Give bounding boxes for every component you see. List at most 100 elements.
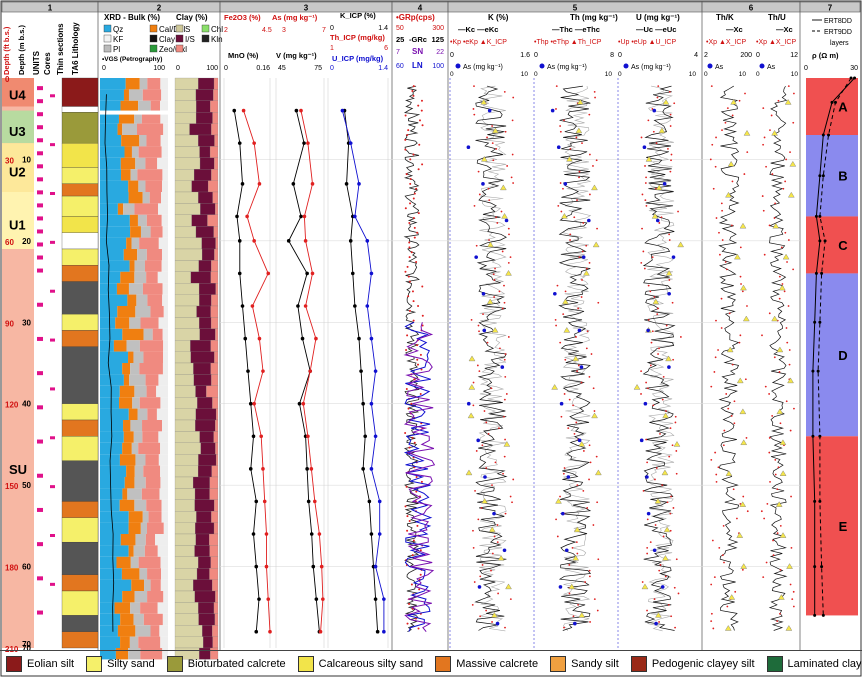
- th-as-point: [558, 585, 563, 589]
- th-point: [555, 108, 557, 110]
- xrd-bar-segment: [135, 157, 146, 170]
- grp-point: [407, 129, 410, 132]
- clay-bar-segment: [196, 305, 211, 318]
- thu-point: [789, 151, 791, 154]
- u-point: [674, 415, 677, 418]
- u-as-point: [660, 585, 665, 589]
- xrd-bar-segment: [147, 408, 157, 420]
- thk-point: [722, 524, 725, 527]
- k-point: [496, 524, 499, 526]
- k-point: [491, 125, 493, 127]
- u-as-point: [639, 438, 644, 443]
- xrd-bar-segment: [145, 180, 163, 192]
- u-as-point: [662, 182, 667, 186]
- u-point: [669, 125, 672, 127]
- legend-item-laminated-clayey-silt: Laminated clayey silt: [766, 656, 862, 672]
- th-point: [562, 187, 564, 190]
- panel-number-5: 5: [573, 4, 578, 13]
- u-as-point: [667, 291, 671, 296]
- thu-point: [771, 415, 774, 417]
- u-legend-1: —Uc —eUc: [636, 25, 676, 34]
- thk-point: [714, 356, 717, 359]
- th-point: [557, 204, 560, 207]
- k-point: [474, 489, 476, 492]
- legend-item-calcareous-silty-sand: Calcareous silty sand: [297, 656, 423, 672]
- grp-point: [412, 85, 415, 88]
- clay-bar-segment: [215, 454, 219, 466]
- thin-section-marker: [50, 94, 55, 98]
- xrd-gap: [100, 110, 170, 115]
- grp-point: [413, 236, 416, 239]
- xrd-bar-segment: [100, 192, 129, 204]
- clay-bar-segment: [174, 419, 196, 432]
- clay-bar-segment: [174, 100, 197, 113]
- xrd-bar-segment: [100, 306, 118, 318]
- k-point: [498, 290, 501, 293]
- k-point: [488, 239, 490, 241]
- clay-bar-segment: [195, 226, 214, 238]
- k-as-point: [504, 218, 509, 223]
- thu-point: [768, 437, 771, 439]
- clay-bar-segment: [210, 362, 219, 375]
- th-point: [589, 193, 591, 196]
- thu-point: [762, 143, 765, 146]
- xrd-bar-segment: [143, 465, 161, 477]
- thu-point: [778, 297, 781, 300]
- u-point: [646, 387, 649, 390]
- xrd-bar-segment: [139, 78, 148, 90]
- xrd-bar-segment: [159, 488, 168, 500]
- thk-point: [723, 429, 726, 432]
- xrd-bar-segment: [138, 442, 161, 455]
- k-point: [500, 210, 503, 213]
- k-point: [503, 90, 506, 93]
- xrd-bar-segment: [119, 454, 136, 466]
- thk-point: [720, 327, 723, 329]
- legend-swatch: [550, 656, 567, 672]
- xrd-bar-segment: [127, 488, 142, 500]
- ert-layer-A: [806, 78, 858, 135]
- xrd-bar-segment: [100, 226, 131, 238]
- core-marker: [37, 164, 43, 169]
- clay-bar-segment: [213, 431, 219, 443]
- thk-point: [715, 136, 717, 139]
- k-point: [473, 204, 476, 207]
- xrd-bar-segment: [121, 169, 131, 181]
- thu-point: [763, 253, 766, 256]
- k-point: [479, 575, 482, 578]
- k-point: [504, 512, 507, 515]
- thu-point: [781, 283, 784, 285]
- th-as-point: [566, 475, 571, 479]
- th-point: [581, 142, 583, 145]
- xrd-bar-segment: [163, 522, 168, 534]
- th-point: [588, 575, 591, 578]
- thk-point: [736, 517, 738, 520]
- k-tick-1: 1.4: [378, 25, 388, 32]
- clay-bar-segment: [174, 328, 200, 341]
- thu-point: [774, 473, 777, 476]
- clay-bar-segment: [174, 556, 199, 569]
- xrd-bar-segment: [139, 363, 163, 375]
- xrd-bar-segment: [123, 203, 135, 215]
- u-point: [670, 495, 672, 498]
- th-point: [559, 125, 562, 127]
- clay-bar-segment: [174, 476, 194, 489]
- thk-point: [725, 268, 728, 271]
- xrd-bar-segment: [162, 169, 168, 181]
- k-as-point: [487, 108, 492, 113]
- u-point: [664, 575, 667, 578]
- th-point: [595, 455, 598, 458]
- clay-bar-segment: [191, 180, 209, 193]
- xrd-bar-segment: [162, 294, 168, 306]
- core-marker: [37, 336, 43, 341]
- depth-ft-tick: 0: [5, 75, 10, 84]
- u-point: [668, 90, 671, 93]
- lithology-layer: [61, 281, 99, 315]
- xrd-bar-segment: [146, 135, 161, 147]
- th-point: [564, 290, 567, 293]
- th-as-point: [556, 145, 561, 150]
- u-point: [670, 159, 672, 162]
- u-point: [645, 176, 647, 179]
- clay-bar-segment: [215, 442, 219, 455]
- th-point: [555, 324, 558, 327]
- k-point: [486, 136, 488, 139]
